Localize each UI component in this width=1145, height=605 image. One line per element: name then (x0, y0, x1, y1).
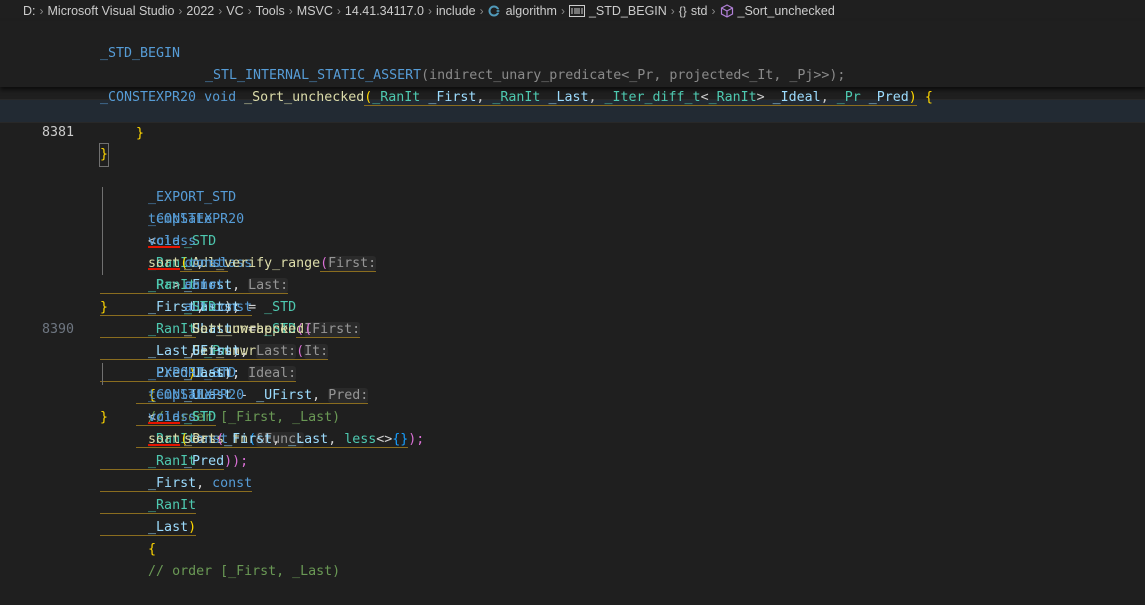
breadcrumb-label: 2022 (186, 3, 215, 18)
breadcrumb-label: include (435, 3, 476, 18)
code-line[interactable]: _EXPORT_STD template <class _RanIt> (0, 319, 1145, 447)
breadcrumb-item-sort-unchecked[interactable]: _Sort_unchecked (720, 4, 835, 18)
chevron-right-icon: › (178, 3, 183, 18)
code-editor[interactable]: _STD_BEGIN _STL_INTERNAL_STATIC_ASSERT(i… (0, 21, 1145, 579)
breadcrumb-label: Microsoft Visual Studio (47, 3, 175, 18)
breadcrumb-label: VC (226, 3, 244, 18)
breadcrumb-item-include[interactable]: include (436, 4, 476, 18)
chevron-right-icon: › (336, 3, 341, 18)
constexpr-macro: _CONSTEXPR20 (100, 90, 197, 105)
breadcrumb-item-msvc[interactable]: MSVC (297, 4, 333, 18)
open-brace: { (148, 542, 157, 557)
type-name: _RanIt (148, 498, 197, 513)
argument: _Last (288, 432, 329, 447)
breadcrumb-label: std (690, 3, 708, 18)
function-call: sort (184, 432, 217, 447)
c-plus-file-icon (488, 4, 502, 18)
indent-guide (102, 363, 103, 385)
indent-guide (102, 187, 103, 275)
code-line[interactable]: } (0, 385, 1145, 425)
breadcrumb: D: › Microsoft Visual Studio › 2022 › VC… (0, 0, 1145, 21)
code-line[interactable]: _STD _Sort_unchecked(First: _UFirst, Las… (0, 253, 1145, 470)
breadcrumb-item-version[interactable]: 14.41.34117.0 (345, 4, 424, 18)
chevron-right-icon: › (288, 3, 293, 18)
chevron-right-icon: › (218, 3, 223, 18)
code-line[interactable]: _STD _Adl_verify_range(First: _First, La… (0, 187, 1145, 316)
code-line[interactable]: _STD sort(_First, _Last, less<>{}); (0, 363, 1145, 448)
breadcrumb-item-visual-studio[interactable]: Microsoft Visual Studio (48, 4, 175, 18)
sticky-line[interactable]: _STD_BEGIN (0, 21, 1145, 61)
breadcrumb-label: D: (23, 3, 36, 18)
punct: , (196, 476, 213, 491)
chevron-right-icon: › (711, 3, 716, 18)
code-line[interactable]: _CONSTEXPR20 void sort(const _RanIt _Fir… (0, 165, 1145, 425)
code-line[interactable]: _CONSTEXPR20 void sort(const _RanIt _Fir… (0, 341, 1145, 579)
breadcrumb-item-algorithm[interactable]: algorithm (488, 4, 557, 18)
paren: ( (216, 432, 225, 447)
code-line[interactable] (0, 121, 1145, 143)
macro-icon (568, 4, 585, 17)
comment: // order [_First, _Last) (148, 564, 341, 579)
breadcrumb-label: algorithm (505, 3, 557, 18)
breadcrumb-item-drive[interactable]: D: (23, 4, 36, 18)
breadcrumb-item-std[interactable]: {} std (679, 4, 708, 18)
close-brace: } (100, 410, 109, 425)
punct: <> (376, 432, 393, 447)
punct: ); (408, 432, 425, 447)
method-cube-icon (720, 3, 734, 18)
type-name: less (344, 432, 377, 447)
breadcrumb-label: MSVC (296, 3, 333, 18)
breadcrumb-item-std-begin[interactable]: _STD_BEGIN (568, 3, 667, 18)
open-brace: { (924, 90, 933, 105)
chevron-right-icon: › (427, 3, 432, 18)
sticky-line[interactable]: _STL_INTERNAL_STATIC_ASSERT(indirect_una… (0, 43, 1145, 83)
breadcrumb-label: _STD_BEGIN (588, 3, 667, 18)
code-line[interactable]: const auto _UFirst = _STD _Get_unwrapped… (0, 209, 1145, 360)
punct: , (272, 432, 289, 447)
std-macro: _STD (184, 410, 217, 425)
breadcrumb-label: Tools (255, 3, 285, 18)
breadcrumb-label: 14.41.34117.0 (344, 3, 424, 18)
breadcrumb-item-2022[interactable]: 2022 (186, 4, 214, 18)
code-line[interactable]: _EXPORT_STD template <class _RanIt, clas… (0, 143, 1145, 293)
param-name: _First (148, 476, 197, 491)
code-line[interactable]: const auto _ULast = _STD _Get_unwrapped(… (0, 231, 1145, 382)
paren: ) (188, 520, 197, 535)
breadcrumb-item-tools[interactable]: Tools (256, 4, 285, 18)
sticky-scroll-header: _STD_BEGIN _STL_INTERNAL_STATIC_ASSERT(i… (0, 21, 1145, 106)
code-line[interactable]: 8390 (0, 297, 1145, 337)
chevron-right-icon: › (560, 3, 565, 18)
sticky-line[interactable]: _CONSTEXPR20 void _Sort_unchecked(_RanIt… (0, 65, 1145, 106)
braces: {} (392, 432, 409, 447)
namespace-icon: {} (678, 3, 687, 18)
chevron-right-icon: › (479, 3, 484, 18)
punct: , (328, 432, 345, 447)
breadcrumb-label: _Sort_unchecked (737, 3, 835, 18)
keyword-void: void (204, 90, 237, 105)
chevron-right-icon: › (670, 3, 675, 18)
breadcrumb-item-vc[interactable]: VC (226, 4, 243, 18)
param-list: (_RanIt _First, _RanIt _Last, _Iter_diff… (364, 90, 917, 106)
param-name: _Last (148, 520, 189, 535)
code-line[interactable]: } (0, 275, 1145, 315)
argument: _First (224, 432, 273, 447)
keyword-const: const (212, 476, 253, 491)
chevron-right-icon: › (247, 3, 252, 18)
function-name: _Sort_unchecked (244, 90, 365, 105)
chevron-right-icon: › (39, 3, 44, 18)
